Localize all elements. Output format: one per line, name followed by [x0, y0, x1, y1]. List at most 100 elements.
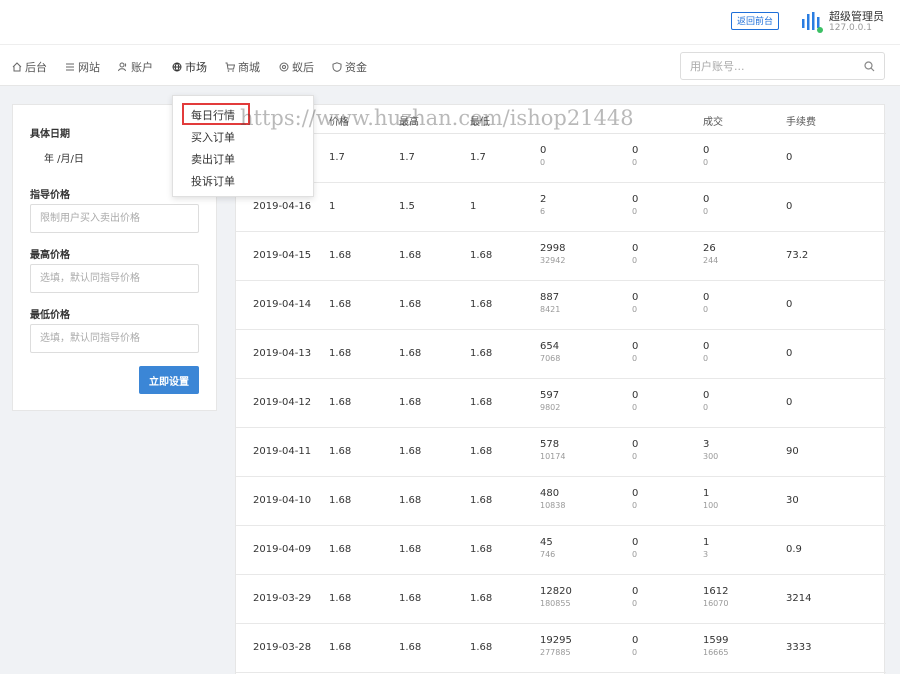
cell-col5: 2998 32942: [540, 243, 565, 265]
cell-col6: 00: [632, 586, 638, 608]
min-price-label: 最低价格: [30, 310, 70, 321]
cell-deals-main: 0: [703, 341, 710, 352]
cell-col6-sub: 0: [632, 207, 638, 216]
cell-col6-main: 0: [632, 537, 639, 548]
cell-col6-sub: 0: [632, 354, 638, 363]
cell-deals-main: 0: [703, 145, 710, 156]
cell-col6-sub: 0: [632, 599, 638, 608]
cell-deals-sub: 0: [703, 158, 709, 167]
cell-col5-main: 0: [540, 145, 547, 156]
cell-deals-sub: 0: [703, 305, 709, 314]
cell-col6-main: 0: [632, 488, 639, 499]
cell-deals-main: 3: [703, 439, 710, 450]
nav-item-label: 资金: [345, 61, 367, 74]
nav-item-queen[interactable]: 蚁后: [279, 59, 314, 75]
nav-item-label: 网站: [78, 61, 100, 74]
cell-col6-main: 0: [632, 194, 639, 205]
cell-fee: 3333: [786, 642, 812, 653]
cell-deals-sub: 300: [703, 452, 719, 461]
cell-deals-main: 1: [703, 537, 710, 548]
cell-deals: 00: [703, 390, 709, 412]
cart-icon: [225, 62, 235, 72]
nav-item-label: 蚁后: [292, 61, 314, 74]
cell-high: 1.68: [399, 348, 422, 359]
cell-col6-main: 0: [632, 635, 639, 646]
cell-col6-main: 0: [632, 439, 639, 450]
cell-col5-sub: 7068: [540, 354, 561, 363]
cell-col5-main: 19295: [540, 635, 572, 646]
cell-deals-sub: 244: [703, 256, 719, 265]
cell-col5-main: 45: [540, 537, 553, 548]
menu-item-buy-orders[interactable]: 买入订单: [191, 129, 235, 145]
search-input[interactable]: [681, 53, 851, 79]
menu-item-sell-orders[interactable]: 卖出订单: [191, 151, 235, 167]
cell-high: 1.68: [399, 397, 422, 408]
cell-fee: 0: [786, 152, 793, 163]
min-price-input[interactable]: [30, 324, 199, 353]
column-header-low: 最低: [470, 117, 490, 128]
cell-col6: 00: [632, 390, 638, 412]
nav-item-account[interactable]: 账户: [118, 59, 153, 75]
cell-deals: 3 300: [703, 439, 718, 461]
cell-fee: 0: [786, 397, 793, 408]
logo-icon: [802, 12, 823, 33]
cell-col5: 887 8421: [540, 292, 560, 314]
cell-col5-sub: 277885: [540, 648, 571, 657]
cell-high: 1.68: [399, 299, 422, 310]
table-row: 2019-04-09 1.68 1.68 1.68 0.9 45 746 0 0 1 3: [236, 526, 886, 575]
cell-col6: 00: [632, 194, 638, 216]
back-to-frontend-button[interactable]: 返回前台: [731, 12, 780, 30]
nav-item-label: 商城: [238, 61, 260, 74]
cell-col6-main: 0: [632, 292, 639, 303]
cell-fee: 0.9: [786, 544, 802, 555]
cell-deals: 1 100: [703, 488, 718, 510]
cell-price: 1.68: [329, 397, 352, 408]
cell-col6-sub: 0: [632, 501, 638, 510]
nav-item-home[interactable]: 后台: [12, 59, 47, 75]
guide-price-input[interactable]: [30, 204, 199, 233]
cell-low: 1.68: [470, 446, 493, 457]
cell-price: 1.68: [329, 593, 352, 604]
cell-col6: 00: [632, 537, 638, 559]
cell-date: 2019-03-28: [253, 642, 312, 653]
max-price-input[interactable]: [30, 264, 199, 293]
users-icon: [118, 62, 127, 72]
cell-col6-main: 0: [632, 586, 639, 597]
cell-date: 2019-04-12: [253, 397, 312, 408]
cell-deals-main: 0: [703, 292, 710, 303]
cell-deals-main: 1612: [703, 586, 729, 597]
cell-col6: 00: [632, 243, 638, 265]
nav-item-funds[interactable]: 资金: [332, 59, 367, 75]
table-row: 2019-04-12 1.68 1.68 1.68 0 597 9802 0 0 0 0: [236, 379, 886, 428]
cell-fee: 3214: [786, 593, 812, 604]
cell-fee: 73.2: [786, 250, 809, 261]
table-row: 2019-04-16 1 1.5 1 0 2 6 0 0 0 0: [236, 183, 886, 232]
cell-fee: 30: [786, 495, 799, 506]
cell-deals: 00: [703, 194, 709, 216]
gear-icon: [279, 62, 289, 72]
cell-price: 1.68: [329, 642, 352, 653]
cell-col6-sub: 0: [632, 403, 638, 412]
cell-date: 2019-04-14: [253, 299, 312, 310]
cell-deals-sub: 100: [703, 501, 719, 510]
cell-fee: 0: [786, 201, 793, 212]
set-now-button[interactable]: 立即设置: [139, 366, 199, 394]
nav-item-site[interactable]: 网站: [65, 59, 100, 75]
nav-item-shop[interactable]: 商城: [225, 59, 260, 75]
cell-high: 1.7: [399, 152, 415, 163]
nav-item-market[interactable]: 市场: [172, 59, 207, 75]
cell-col5-main: 12820: [540, 586, 572, 597]
table-header: 价格 最高 最低 成交 手续费: [236, 105, 886, 134]
cell-deals: 00: [703, 145, 709, 167]
cell-col5-sub: 180855: [540, 599, 571, 608]
search-icon[interactable]: [864, 61, 875, 72]
cell-high: 1.68: [399, 250, 422, 261]
menu-item-daily-quotes[interactable]: 每日行情: [191, 107, 235, 123]
menu-item-complaint-orders[interactable]: 投诉订单: [191, 173, 235, 189]
cell-col5-main: 578: [540, 439, 560, 450]
cell-date: 2019-04-15: [253, 250, 312, 261]
table-row: 2019-04-10 1.68 1.68 1.68 30 480 10838 0 0 1 100: [236, 477, 886, 526]
cell-deals-sub: 0: [703, 403, 709, 412]
cell-deals-sub: 16070: [703, 599, 729, 608]
cell-high: 1.68: [399, 495, 422, 506]
